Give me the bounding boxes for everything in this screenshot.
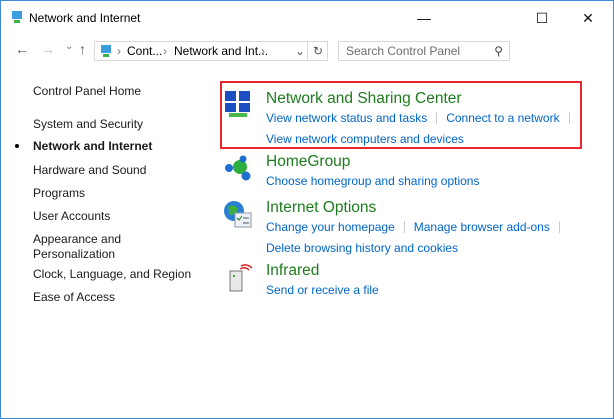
forward-button[interactable]: → — [41, 41, 55, 61]
category-infrared: Infrared Send or receive a file — [266, 262, 379, 299]
sidebar-item-ease-of-access[interactable]: Ease of Access — [33, 290, 115, 304]
breadcrumb-separator: › — [163, 44, 167, 58]
category-homegroup: HomeGroup Choose homegroup and sharing o… — [266, 153, 479, 190]
manage-browser-addons-link[interactable]: Manage browser add-ons — [414, 220, 550, 234]
address-bar[interactable]: › Cont... › Network and Int... › ⌄ ↻ — [94, 41, 328, 61]
infrared-link[interactable]: Infrared — [266, 262, 379, 280]
search-icon[interactable]: ⚲ — [494, 42, 503, 60]
sidebar-item-user-accounts[interactable]: User Accounts — [33, 209, 110, 223]
network-icon — [101, 45, 111, 57]
network-sharing-center-link[interactable]: Network and Sharing Center — [266, 90, 579, 108]
separator — [403, 220, 405, 233]
breadcrumb-control-panel[interactable]: Cont... — [127, 42, 162, 60]
separator — [568, 111, 570, 124]
category-network-sharing-center: Network and Sharing Center View network … — [266, 90, 579, 148]
active-bullet-icon — [15, 144, 19, 148]
homegroup-link[interactable]: HomeGroup — [266, 153, 479, 171]
separator — [558, 220, 560, 233]
window-title: Network and Internet — [29, 11, 141, 25]
up-button[interactable]: ↑ — [79, 41, 86, 61]
address-dropdown-button[interactable]: ⌄ — [295, 42, 305, 60]
delete-browsing-history-link[interactable]: Delete browsing history and cookies — [266, 241, 458, 255]
close-button[interactable]: ✕ — [565, 5, 611, 31]
recent-locations-button[interactable]: ⌄ — [65, 41, 73, 61]
back-button[interactable]: ← — [15, 41, 29, 61]
view-network-computers-link[interactable]: View network computers and devices — [266, 132, 464, 146]
minimize-button[interactable]: — — [401, 5, 447, 31]
send-receive-file-link[interactable]: Send or receive a file — [266, 283, 379, 297]
sidebar-item-programs[interactable]: Programs — [33, 186, 85, 200]
internet-options-link[interactable]: Internet Options — [266, 199, 569, 217]
sidebar-item-clock-language-region[interactable]: Clock, Language, and Region — [33, 267, 191, 281]
breadcrumb-separator: › — [261, 44, 265, 58]
homegroup-sharing-options-link[interactable]: Choose homegroup and sharing options — [266, 174, 479, 188]
sidebar-item-hardware-sound[interactable]: Hardware and Sound — [33, 163, 146, 177]
breadcrumb-network-and-internet[interactable]: Network and Int... — [174, 42, 268, 60]
refresh-button[interactable]: ↻ — [307, 42, 328, 60]
sidebar-control-panel-home[interactable]: Control Panel Home — [33, 84, 141, 98]
breadcrumb-separator: › — [117, 44, 121, 58]
homegroup-icon — [225, 155, 251, 181]
sidebar-item-system-security[interactable]: System and Security — [33, 117, 143, 131]
view-network-status-link[interactable]: View network status and tasks — [266, 111, 427, 125]
sidebar-item-appearance[interactable]: Appearance and Personalization — [33, 232, 143, 262]
network-sharing-center-icon — [225, 91, 250, 117]
category-internet-options: Internet Options Change your homepage Man… — [266, 199, 569, 257]
search-placeholder: Search Control Panel — [346, 44, 461, 58]
search-input[interactable]: Search Control Panel ⚲ — [338, 41, 510, 61]
connect-to-network-link[interactable]: Connect to a network — [446, 111, 559, 125]
internet-options-icon — [224, 201, 252, 228]
network-icon — [12, 11, 22, 23]
separator — [436, 111, 438, 124]
maximize-button[interactable]: ☐ — [519, 5, 565, 31]
control-panel-window: Network and Internet — ☐ ✕ ← → ⌄ ↑ › Con… — [0, 0, 614, 419]
sidebar-item-network-internet[interactable]: Network and Internet — [33, 139, 152, 153]
infrared-icon — [229, 264, 253, 292]
change-homepage-link[interactable]: Change your homepage — [266, 220, 395, 234]
title-bar: Network and Internet — ☐ ✕ — [1, 1, 613, 35]
